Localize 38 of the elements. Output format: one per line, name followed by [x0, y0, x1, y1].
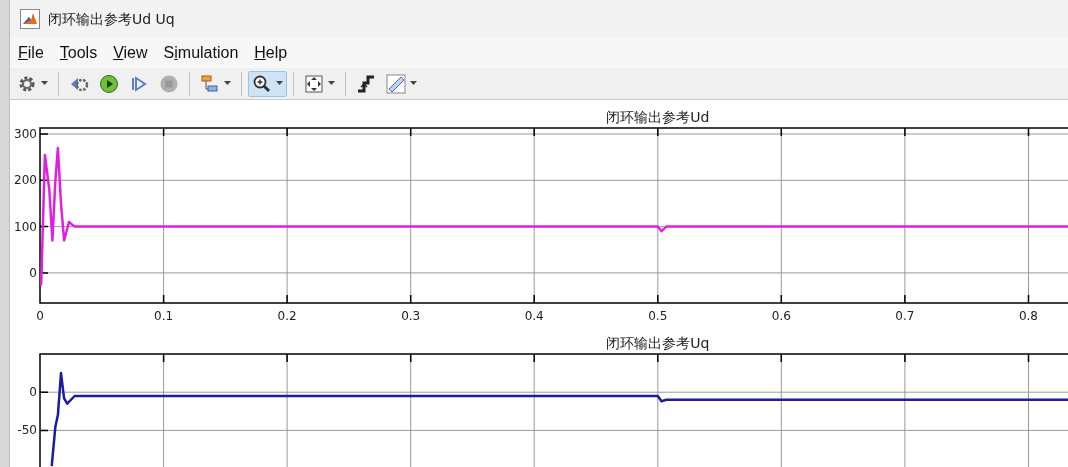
caret-icon: [41, 81, 48, 86]
x-tick-label: 0.2: [277, 309, 297, 323]
x-tick-label: 0.5: [648, 309, 668, 323]
menu-item[interactable]: View: [113, 41, 156, 65]
app-icon: [20, 9, 40, 29]
x-tick-label: 0.7: [895, 309, 915, 323]
y-tick-label: 0: [29, 265, 37, 280]
y-tick-label: -50: [17, 423, 37, 438]
menu-item[interactable]: File: [18, 41, 52, 65]
caret-icon: [328, 81, 335, 86]
x-tick-label: 0: [36, 309, 44, 323]
chart-title: 闭环输出参考Ud: [606, 109, 710, 125]
caret-icon: [224, 81, 231, 86]
y-tick-label: 100: [14, 219, 37, 234]
menu-item[interactable]: Simulation: [163, 41, 247, 65]
window-title: 闭环输出参考Ud Uq: [48, 9, 175, 29]
run-icon: [99, 73, 119, 94]
x-tick-label: 0.4: [524, 309, 544, 323]
ruler-icon: [386, 73, 406, 94]
x-tick-label: 0.8: [1018, 309, 1038, 323]
stop-icon: [159, 73, 179, 94]
fit-to-view-icon: [304, 73, 324, 94]
toolbar-button[interactable]: [248, 70, 287, 97]
menu-item[interactable]: Tools: [59, 41, 106, 65]
block-diagram-icon: [200, 73, 220, 94]
chart-title: 闭环输出参考Uq: [606, 335, 710, 351]
x-tick-label: 0.6: [771, 309, 791, 323]
y-tick-label: 200: [14, 173, 37, 188]
zoom-in-icon: [252, 73, 272, 94]
x-tick-label: 0.1: [154, 309, 174, 323]
caret-icon: [410, 81, 417, 86]
step-signal-icon: [356, 73, 376, 94]
y-tick-label: 300: [14, 127, 37, 141]
step-forward-icon: [129, 73, 149, 94]
y-tick-label: 0: [29, 385, 37, 400]
menu-item[interactable]: Help: [254, 41, 296, 65]
x-tick-label: 0.3: [401, 309, 421, 323]
caret-icon: [276, 81, 283, 86]
